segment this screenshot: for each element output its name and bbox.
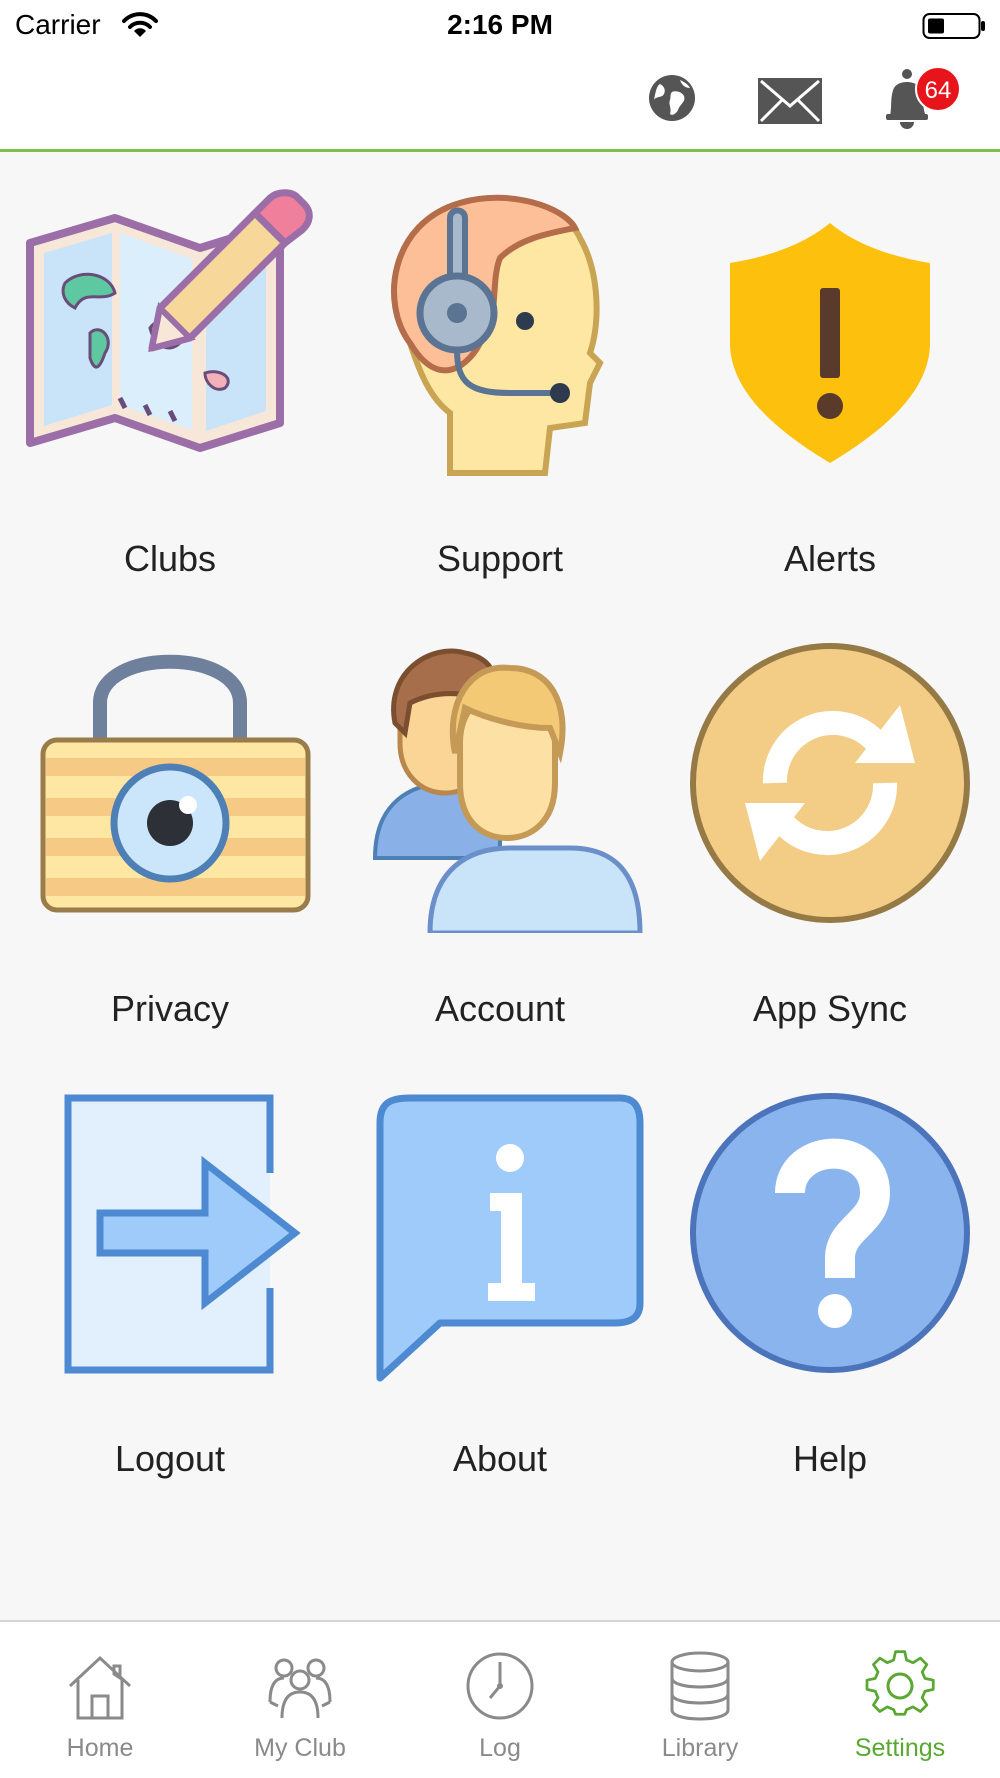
menu-item-privacy[interactable]: Privacy — [5, 603, 335, 1043]
logout-icon — [64, 1094, 301, 1374]
tab-home[interactable]: Home — [0, 1622, 200, 1778]
tab-label: Home — [66, 1734, 134, 1762]
menu-item-label: About — [452, 1438, 548, 1479]
menu-item-label: Account — [434, 988, 566, 1029]
menu-item-logout[interactable]: Logout — [5, 1053, 335, 1493]
notification-badge: 64 — [915, 66, 961, 112]
group-icon — [268, 1658, 332, 1719]
clock-icon — [466, 1652, 534, 1720]
gear-icon — [865, 1650, 935, 1716]
help-icon — [690, 1093, 970, 1373]
menu-item-label: App Sync — [752, 988, 908, 1029]
info-bubble-icon — [376, 1094, 644, 1382]
menu-item-label: Alerts — [783, 538, 877, 579]
menu-item-clubs[interactable]: Clubs — [5, 153, 335, 593]
menu-item-label: Clubs — [123, 538, 217, 579]
menu-item-help[interactable]: Help — [665, 1053, 995, 1493]
menu-item-label: Support — [436, 538, 564, 579]
mail-icon[interactable] — [758, 78, 822, 124]
tab-bar: Home My Club Log Library Settings — [0, 1620, 1000, 1778]
home-icon — [68, 1655, 132, 1720]
menu-item-about[interactable]: About — [335, 1053, 665, 1493]
status-bar: Carrier 2:16 PM — [0, 0, 1000, 50]
tab-settings[interactable]: Settings — [800, 1622, 1000, 1778]
tab-label: My Club — [254, 1734, 346, 1762]
clock-time: 2:16 PM — [447, 9, 553, 40]
menu-item-app-sync[interactable]: App Sync — [665, 603, 995, 1043]
tab-library[interactable]: Library — [600, 1622, 800, 1778]
tab-label: Library — [661, 1734, 739, 1762]
menu-item-alerts[interactable]: Alerts — [665, 153, 995, 593]
users-icon — [372, 648, 643, 933]
shield-alert-icon — [730, 223, 930, 463]
tab-label: Log — [479, 1734, 521, 1762]
tab-log[interactable]: Log — [400, 1622, 600, 1778]
menu-item-label: Privacy — [110, 988, 230, 1029]
headset-icon — [391, 194, 604, 476]
tab-my-club[interactable]: My Club — [200, 1622, 400, 1778]
sync-icon — [690, 643, 970, 923]
battery-icon — [922, 13, 985, 39]
menu-item-account[interactable]: Account — [335, 603, 665, 1043]
map-pencil-icon — [26, 189, 313, 452]
tab-label: Settings — [854, 1734, 946, 1762]
lock-eye-icon — [40, 654, 311, 913]
database-icon — [670, 1651, 730, 1721]
menu-item-support[interactable]: Support — [335, 153, 665, 593]
menu-item-label: Logout — [114, 1438, 226, 1479]
globe-icon[interactable] — [648, 74, 696, 122]
menu-item-label: Help — [792, 1438, 868, 1479]
nav-bar — [0, 50, 1000, 152]
